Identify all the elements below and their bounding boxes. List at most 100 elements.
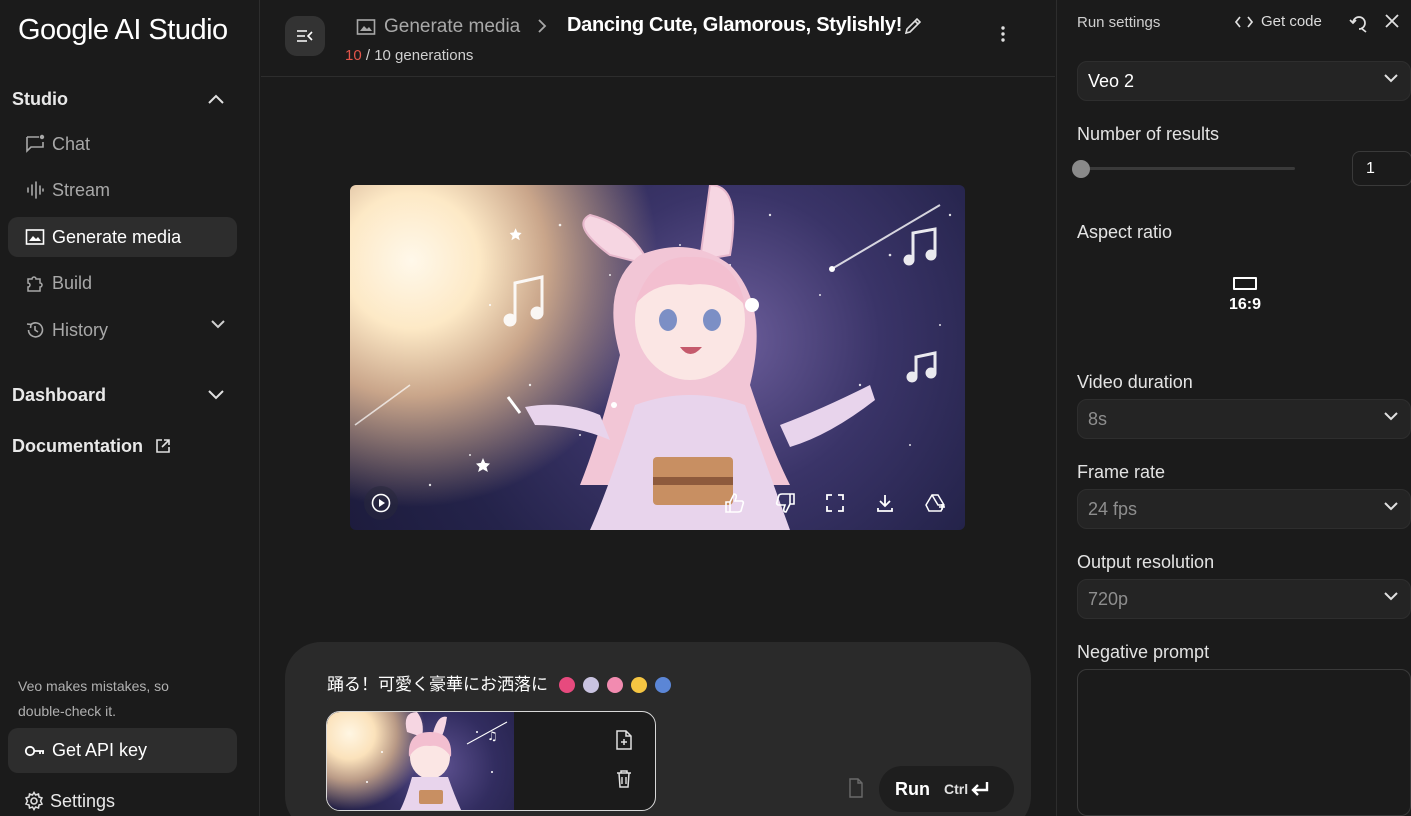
run-settings-title: Run settings: [1077, 14, 1161, 31]
get-code-button[interactable]: Get code: [1235, 13, 1322, 30]
thumbs-up-icon[interactable]: [723, 491, 747, 515]
key-icon: [24, 744, 46, 758]
run-shortcut-label: Ctrl: [944, 781, 969, 797]
get-api-key-button[interactable]: Get API key: [8, 728, 237, 773]
page-title: Dancing Cute, Glamorous, Stylishly!: [567, 14, 903, 36]
chevron-down-icon: [208, 390, 224, 400]
stream-icon: [24, 179, 46, 201]
run-label: Run: [895, 778, 930, 799]
collapse-icon: [296, 29, 314, 43]
studio-section-toggle[interactable]: Studio: [12, 84, 238, 114]
output-resolution-value: 720p: [1088, 588, 1129, 609]
play-icon: [371, 493, 391, 513]
attached-image[interactable]: ♫: [326, 711, 656, 811]
aspect-ratio-option[interactable]: 16:9: [1223, 277, 1267, 323]
chevron-down-icon[interactable]: [211, 320, 225, 329]
puzzle-icon: [24, 272, 46, 294]
frame-rate-label: Frame rate: [1077, 462, 1166, 482]
reset-settings-icon[interactable]: [1349, 13, 1369, 33]
breadcrumb-label: Generate media: [384, 16, 521, 37]
pencil-icon[interactable]: [903, 16, 923, 36]
image-icon: [356, 17, 376, 37]
negative-prompt-input[interactable]: [1077, 669, 1411, 816]
chevron-right-icon: [537, 18, 547, 34]
sidebar-item-generate-media[interactable]: Generate media: [8, 217, 237, 257]
get-api-key-label: Get API key: [52, 740, 148, 760]
sidebar-item-chat[interactable]: Chat: [8, 124, 237, 164]
settings-link[interactable]: Settings: [24, 788, 115, 814]
get-code-label: Get code: [1261, 13, 1322, 30]
sidebar-item-stream[interactable]: Stream: [8, 170, 237, 210]
model-select[interactable]: Veo 2: [1077, 61, 1411, 101]
dashboard-section-toggle[interactable]: Dashboard: [12, 380, 238, 410]
chat-icon: [24, 133, 46, 155]
prompt-input[interactable]: 踊る！可愛く豪華にお洒落に: [327, 670, 672, 695]
more-vert-icon[interactable]: [1001, 26, 1005, 42]
sidebar-item-label: Build: [52, 272, 93, 293]
chevron-down-icon: [1384, 412, 1398, 421]
sidebar-item-label: History: [52, 319, 109, 340]
run-settings-panel: Run settings Get code Veo 2 Number of re…: [1056, 0, 1411, 816]
enter-key-icon: [970, 781, 990, 797]
trash-icon[interactable]: [615, 769, 633, 789]
slider-thumb[interactable]: [1072, 160, 1090, 178]
sidebar-item-label: Stream: [52, 179, 111, 200]
rabbit-emoji-icon: [583, 677, 600, 693]
number-of-results-label: Number of results: [1077, 124, 1220, 144]
run-button[interactable]: Run Ctrl: [879, 766, 1014, 812]
run-shortcut: Ctrl: [944, 781, 990, 797]
model-value: Veo 2: [1088, 70, 1135, 91]
video-duration-label: Video duration: [1077, 372, 1193, 392]
add-file-icon[interactable]: [615, 730, 633, 750]
chevron-down-icon: [1384, 592, 1398, 601]
frame-rate-select[interactable]: 24 fps: [1077, 489, 1411, 529]
aspect-ratio-label: Aspect ratio: [1077, 222, 1173, 242]
fullscreen-icon[interactable]: [823, 491, 847, 515]
prompt-composer[interactable]: 踊る！可愛く豪華にお洒落に ♫ Run Ctrl: [285, 642, 1031, 816]
image-icon: [24, 226, 46, 248]
close-icon[interactable]: [1384, 13, 1400, 29]
prompt-text: 踊る！可愛く豪華にお洒落に: [327, 675, 548, 695]
output-resolution-select[interactable]: 720p: [1077, 579, 1411, 619]
collapse-sidebar-button[interactable]: [285, 16, 325, 56]
main-area: Generate media Dancing Cute, Glamorous, …: [261, 0, 1055, 816]
comet-emoji-icon: [655, 677, 672, 693]
emoji-decorations: [559, 677, 672, 693]
sidebar-item-history[interactable]: History: [8, 310, 237, 350]
svg-text:♫: ♫: [487, 729, 498, 743]
sidebar-item-build[interactable]: Build: [8, 263, 237, 303]
heart-emoji-icon: [559, 677, 576, 693]
documentation-label: Documentation: [12, 435, 144, 456]
code-icon: [1235, 15, 1253, 28]
top-bar: Generate media Dancing Cute, Glamorous, …: [261, 0, 1055, 77]
attached-image-thumbnail: ♫: [327, 712, 514, 810]
frame-rate-value: 24 fps: [1088, 498, 1138, 519]
chevron-up-icon: [208, 94, 224, 104]
documentation-link[interactable]: Documentation: [12, 432, 171, 460]
chevron-down-icon: [1384, 502, 1398, 511]
chevron-down-icon: [1384, 74, 1398, 83]
thumbs-down-icon[interactable]: [773, 491, 797, 515]
generated-video[interactable]: [350, 185, 965, 530]
dashboard-section-label: Dashboard: [12, 384, 107, 405]
cherry-blossom-emoji-icon: [607, 677, 624, 693]
download-icon[interactable]: [873, 491, 897, 515]
drive-icon[interactable]: [923, 491, 947, 515]
number-of-results-input[interactable]: 1: [1352, 151, 1411, 186]
sidebar: Google AI Studio Studio Chat Stream Gene…: [0, 0, 260, 816]
history-icon: [24, 319, 46, 341]
generations-used: 10: [345, 47, 362, 64]
app-logo[interactable]: Google AI Studio: [18, 14, 228, 47]
video-controls: [350, 474, 965, 530]
studio-section-label: Studio: [12, 88, 68, 109]
generations-total: / 10 generations: [361, 47, 474, 64]
file-icon[interactable]: [848, 778, 864, 798]
external-link-icon: [155, 438, 171, 454]
number-of-results-slider[interactable]: [1081, 167, 1295, 170]
breadcrumb[interactable]: Generate media: [356, 14, 520, 40]
play-button[interactable]: [364, 486, 398, 520]
video-duration-select[interactable]: 8s: [1077, 399, 1411, 439]
video-duration-value: 8s: [1088, 408, 1108, 429]
gear-icon: [24, 791, 44, 811]
landscape-ratio-icon: [1233, 277, 1257, 290]
